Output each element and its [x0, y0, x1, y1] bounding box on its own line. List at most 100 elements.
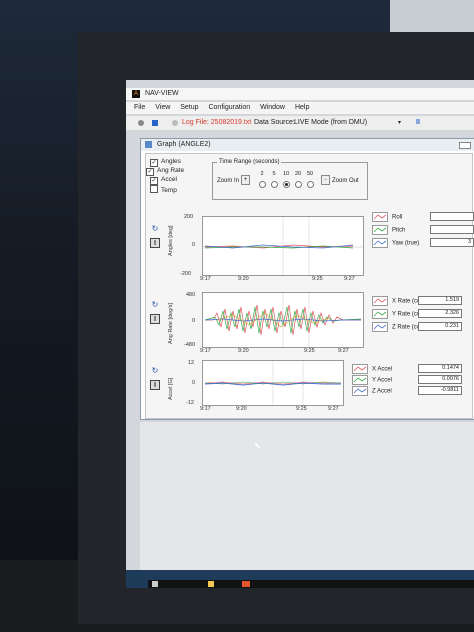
legend-z-accel-label: Z Accel — [372, 388, 392, 395]
ang-rate-axis-label: Ang Rate [deg/s] — [168, 303, 174, 344]
accel-xtick: 9:17 — [200, 406, 211, 412]
menu-help[interactable]: Help — [295, 104, 309, 111]
angles-plot[interactable] — [202, 216, 364, 276]
stop-icon[interactable] — [152, 120, 158, 126]
x-accel-value-box: 0.1474 — [418, 364, 462, 373]
windows-taskbar — [148, 580, 474, 588]
monitor-screen: A NAV-VIEW File View Setup Configuration… — [126, 80, 474, 588]
menu-bar: File View Setup Configuration Window Hel… — [126, 102, 474, 114]
graph-body: ✓ Angles ✓ Ang Rate ✓ Accel Temp Time Range… — [145, 153, 474, 419]
legend-roll-label: Roll — [392, 214, 403, 221]
navview-taskbar-icon[interactable] — [242, 581, 250, 587]
ang-rate-xtick: 9:17 — [200, 348, 211, 354]
ang-rate-plot[interactable] — [202, 292, 364, 348]
menu-configuration[interactable]: Configuration — [208, 104, 250, 111]
range-option-20: 20 — [294, 171, 302, 177]
legend-yaw: Yaw (true) — [372, 238, 419, 248]
accel-plot-svg — [204, 361, 342, 405]
y-accel-swatch-svg — [353, 377, 367, 383]
zoom-in-label: Zoom In — [217, 178, 240, 184]
y-rate-value-box: 2.326 — [418, 309, 462, 318]
menu-window[interactable]: Window — [260, 104, 285, 111]
data-source-label: Data Source: — [254, 119, 295, 126]
roll-swatch-svg — [373, 214, 387, 220]
windows-start-icon[interactable] — [152, 581, 158, 587]
accel-ytick: 0 — [192, 380, 196, 386]
x-accel-swatch-svg — [353, 366, 367, 372]
roll-swatch — [372, 212, 388, 222]
z-rate-swatch — [372, 322, 388, 332]
log-icon[interactable] — [172, 120, 178, 126]
yaw-value-box: 3 — [430, 238, 474, 247]
menu-file[interactable]: File — [134, 104, 145, 111]
checkbox-ang-rate-box[interactable]: ✓ — [146, 168, 154, 176]
accel-ytick: 12 — [188, 360, 195, 366]
refresh-icon[interactable]: ↻ — [150, 300, 160, 310]
legend-pitch: Pitch — [372, 225, 405, 235]
zoom-in-button[interactable]: Zoom In + — [217, 175, 252, 187]
menu-view[interactable]: View — [155, 104, 170, 111]
yaw-swatch — [372, 238, 388, 248]
zoom-out-minus-icon[interactable]: - — [321, 175, 330, 186]
z-accel-swatch-svg — [353, 388, 367, 394]
ang-rate-ytick: -480 — [184, 342, 196, 348]
menu-setup[interactable]: Setup — [180, 104, 198, 111]
range-radio-20[interactable] — [295, 181, 302, 188]
file-explorer-icon[interactable] — [208, 581, 214, 587]
checkbox-temp[interactable]: Temp — [150, 185, 177, 194]
range-radio-5[interactable] — [271, 181, 278, 188]
angles-xtick: 9:27 — [344, 276, 355, 282]
record-icon[interactable] — [138, 120, 144, 126]
checkbox-temp-box[interactable] — [150, 185, 158, 193]
z-accel-value-box: -0.9811 — [418, 386, 462, 395]
accel-plot[interactable] — [202, 360, 344, 406]
pitch-value-box — [430, 225, 474, 234]
checkbox-ang-rate[interactable]: ✓ Ang Rate — [146, 167, 184, 176]
ang-rate-ytick: 0 — [192, 318, 196, 324]
y-rate-swatch — [372, 309, 388, 319]
checkbox-angles-label: Angles — [161, 158, 181, 165]
ang-rate-plot-svg — [204, 293, 362, 347]
range-radio-2[interactable] — [259, 181, 266, 188]
time-range-group: Time Range (seconds) Zoom In + 2 5 10 20 … — [212, 159, 368, 200]
checkbox-ang-rate-label: Ang Rate — [157, 167, 185, 174]
data-source-value[interactable]: LIVE Mode (from DMU) — [294, 116, 367, 130]
range-option-5: 5 — [272, 171, 276, 177]
checkbox-angles-box[interactable]: ✓ — [150, 159, 158, 167]
app-titlebar[interactable]: A NAV-VIEW — [126, 88, 474, 100]
accel-xtick: 9:25 — [296, 406, 307, 412]
graph-window-title: Graph (ANGLE2) — [156, 141, 211, 148]
range-radio-10[interactable] — [283, 181, 290, 188]
ang-rate-xtick: 9:20 — [238, 348, 249, 354]
zoom-in-plus-icon[interactable]: + — [241, 175, 251, 186]
pause-plot-icon[interactable]: || — [150, 314, 160, 324]
graph-window-titlebar[interactable]: Graph (ANGLE2) — [141, 139, 474, 151]
zoom-out-label: Zoom Out — [332, 178, 359, 184]
log-file-label[interactable]: Log File: 25082019.txt — [182, 116, 251, 130]
legend-pitch-label: Pitch — [392, 227, 406, 234]
app-title: NAV-VIEW — [144, 90, 179, 97]
checkbox-accel-box[interactable]: ✓ — [150, 177, 158, 185]
pause-icon[interactable]: II — [416, 116, 420, 130]
zoom-out-button[interactable]: - Zoom Out — [319, 175, 359, 187]
pause-plot-icon[interactable]: || — [150, 380, 160, 390]
range-option-10: 10 — [282, 171, 290, 177]
graph-window: Graph (ANGLE2) ✓ Angles ✓ Ang Rate ✓ Accel … — [140, 138, 474, 420]
y-rate-swatch-svg — [373, 311, 387, 317]
legend-yaw-label: Yaw (true) — [392, 240, 420, 247]
ang-rate-xtick: 9:27 — [338, 348, 349, 354]
pause-plot-icon[interactable]: || — [150, 238, 160, 248]
refresh-icon[interactable]: ↻ — [150, 224, 160, 234]
mouse-cursor-icon: ⬉ — [254, 441, 261, 450]
dropdown-arrow-icon[interactable]: ▾ — [398, 116, 401, 130]
angles-xtick: 9:20 — [238, 276, 249, 282]
range-radio-50[interactable] — [307, 181, 314, 188]
legend-x-accel-label: X Accel — [372, 366, 393, 373]
range-option-50: 50 — [306, 171, 314, 177]
window-control-icon[interactable] — [459, 142, 471, 149]
checkbox-accel[interactable]: ✓ Accel — [150, 176, 177, 185]
z-accel-swatch — [352, 386, 368, 396]
checkbox-angles[interactable]: ✓ Angles — [150, 158, 181, 167]
angles-ytick: -200 — [180, 271, 192, 277]
refresh-icon[interactable]: ↻ — [150, 366, 160, 376]
